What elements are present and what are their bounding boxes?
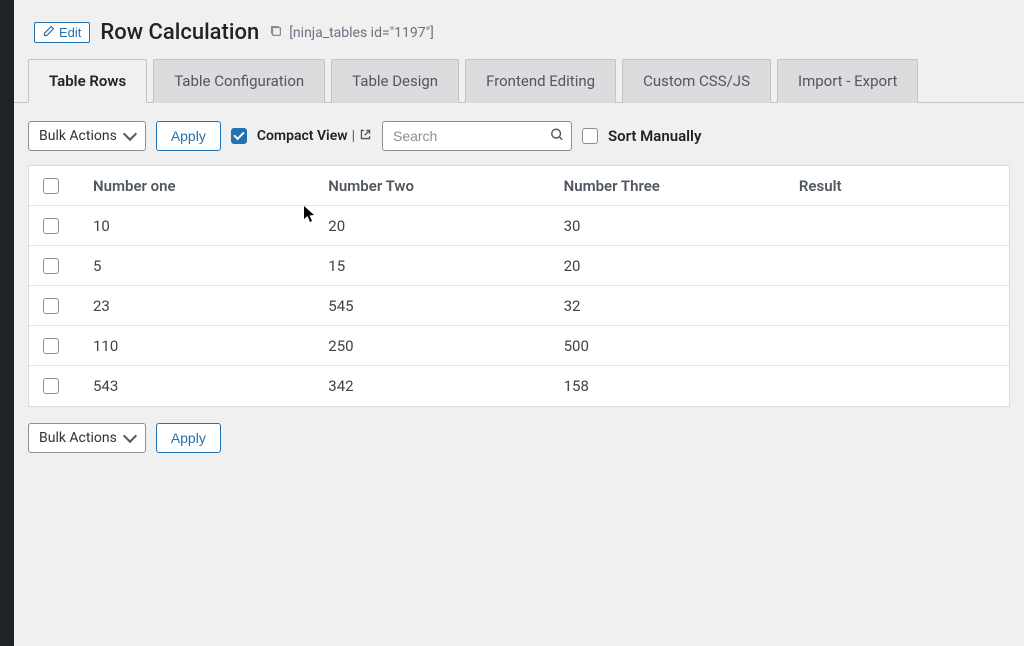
tab-label: Table Design <box>352 72 438 90</box>
cell: 20 <box>328 217 563 235</box>
row-checkbox[interactable] <box>43 338 59 354</box>
cell: 20 <box>564 257 799 275</box>
pencil-icon <box>43 25 55 40</box>
table-row[interactable]: 10 20 30 <box>29 206 1009 246</box>
cell: 5 <box>93 257 328 275</box>
column-header[interactable]: Number Three <box>564 177 799 195</box>
popout-icon[interactable] <box>359 128 372 145</box>
apply-button-label: Apply <box>171 128 206 144</box>
tab-frontend-editing[interactable]: Frontend Editing <box>465 59 616 103</box>
edit-button-label: Edit <box>59 25 81 40</box>
data-table: Number one Number Two Number Three Resul… <box>28 165 1010 407</box>
column-header[interactable]: Number one <box>93 177 328 195</box>
table-row[interactable]: 110 250 500 <box>29 326 1009 366</box>
tab-table-configuration[interactable]: Table Configuration <box>153 59 325 103</box>
cell: 110 <box>93 337 328 355</box>
tab-table-rows[interactable]: Table Rows <box>28 59 147 103</box>
row-checkbox[interactable] <box>43 218 59 234</box>
separator: | <box>352 128 355 144</box>
cell: 23 <box>93 297 328 315</box>
sort-manually-label: Sort Manually <box>608 127 701 145</box>
apply-button[interactable]: Apply <box>156 121 221 151</box>
cell: 543 <box>93 377 328 395</box>
bulk-actions-label: Bulk Actions <box>39 128 117 144</box>
shortcode-chip[interactable]: [ninja_tables id="1197"] <box>269 24 434 42</box>
cell: 30 <box>564 217 799 235</box>
tab-label: Table Configuration <box>174 72 304 90</box>
page: Edit Row Calculation [ninja_tables id="1… <box>0 0 1024 467</box>
copy-icon <box>269 24 283 42</box>
toolbar-bottom: Bulk Actions Apply <box>14 407 1024 467</box>
row-checkbox[interactable] <box>43 258 59 274</box>
table-row[interactable]: 23 545 32 <box>29 286 1009 326</box>
compact-view-label-group: Compact View | <box>257 128 372 145</box>
cell: 32 <box>564 297 799 315</box>
compact-view-checkbox[interactable] <box>231 128 247 144</box>
bulk-actions-select[interactable]: Bulk Actions <box>28 121 146 151</box>
edit-button[interactable]: Edit <box>34 22 90 43</box>
tabs: Table Rows Table Configuration Table Des… <box>14 59 1024 103</box>
tab-custom-css-js[interactable]: Custom CSS/JS <box>622 59 771 103</box>
cell: 342 <box>328 377 563 395</box>
column-header[interactable]: Result <box>799 177 995 195</box>
tab-label: Custom CSS/JS <box>643 72 750 90</box>
search-icon <box>550 127 564 146</box>
page-title: Row Calculation <box>100 20 259 45</box>
search-wrap <box>382 121 572 151</box>
toolbar-top: Bulk Actions Apply Compact View | Sort M… <box>14 103 1024 165</box>
table-header-row: Number one Number Two Number Three Resul… <box>29 166 1009 206</box>
tab-label: Table Rows <box>49 72 126 90</box>
apply-button-bottom[interactable]: Apply <box>156 423 221 453</box>
tab-table-design[interactable]: Table Design <box>331 59 459 103</box>
admin-sidebar-edge <box>0 0 14 646</box>
cell: 10 <box>93 217 328 235</box>
row-checkbox[interactable] <box>43 298 59 314</box>
table-row[interactable]: 5 15 20 <box>29 246 1009 286</box>
row-checkbox[interactable] <box>43 378 59 394</box>
tab-import-export[interactable]: Import - Export <box>777 59 918 103</box>
bulk-actions-label: Bulk Actions <box>39 430 117 446</box>
cell: 500 <box>564 337 799 355</box>
bulk-actions-select-bottom[interactable]: Bulk Actions <box>28 423 146 453</box>
cell: 545 <box>328 297 563 315</box>
search-input[interactable] <box>382 121 572 151</box>
title-row: Edit Row Calculation [ninja_tables id="1… <box>14 0 1024 59</box>
tab-label: Frontend Editing <box>486 72 595 90</box>
cell: 250 <box>328 337 563 355</box>
column-header[interactable]: Number Two <box>328 177 563 195</box>
select-all-checkbox[interactable] <box>43 178 59 194</box>
shortcode-text: [ninja_tables id="1197"] <box>289 25 434 41</box>
tab-label: Import - Export <box>798 72 897 90</box>
apply-button-label: Apply <box>171 430 206 446</box>
cell: 158 <box>564 377 799 395</box>
cell: 15 <box>328 257 563 275</box>
compact-view-label: Compact View <box>257 128 348 144</box>
table-row[interactable]: 543 342 158 <box>29 366 1009 406</box>
sort-manually-checkbox[interactable] <box>582 128 598 144</box>
